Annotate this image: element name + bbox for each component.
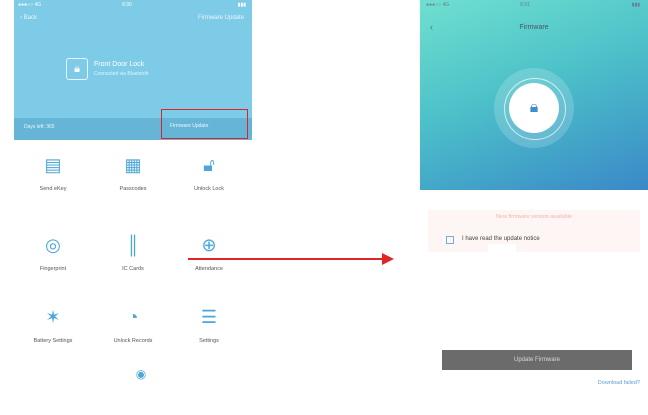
passcode-icon: ▦	[124, 155, 142, 175]
tile-label: Send eKey	[39, 186, 67, 192]
firmware-card: New firmware version available I have re…	[428, 210, 640, 252]
tile-label: Settings	[199, 338, 219, 344]
agree-checkbox[interactable]	[446, 236, 454, 244]
time-text: 9:30	[122, 2, 132, 8]
carrier-text: ●●●○○ 4G	[18, 2, 42, 8]
back-button[interactable]: ‹ Back	[20, 15, 37, 21]
left-phone-screen: ●●●○○ 4G 9:30 ▮▮▮ ‹ Back Firmware Update…	[14, 0, 252, 415]
agree-text: I have read the update notice	[462, 236, 540, 242]
tile-unlock[interactable]: 🔓︎ Unlock Lock	[174, 148, 244, 210]
tile-label: Fingerprint	[39, 266, 67, 272]
tile-unlock-records[interactable]: ◔ Unlock Records	[98, 300, 168, 362]
validity-text: Days left: 365	[24, 124, 55, 130]
lock-icon: 🔒︎	[509, 83, 559, 133]
tile-ic-cards[interactable]: ║ IC Cards	[98, 228, 168, 290]
redaction-box	[488, 244, 516, 252]
firmware-update-link[interactable]: Firmware Update	[161, 109, 248, 139]
tile-battery-settings[interactable]: ✶ Battery Settings	[18, 300, 88, 362]
status-bar: ●●●○○ 4G 9:31 ▮▮▮	[420, 0, 648, 10]
update-firmware-button[interactable]: Update Firmware	[442, 350, 632, 370]
header-right-link[interactable]: Firmware Update	[198, 15, 244, 21]
tile-passcodes[interactable]: ▦ Passcodes	[98, 148, 168, 210]
unlock-icon: 🔓︎	[203, 155, 215, 175]
settings-icon: ☰	[200, 307, 218, 327]
lock-info: 🔒︎ Front Door Lock Connected via Bluetoo…	[66, 58, 206, 84]
records-icon: ◔	[127, 307, 139, 327]
attendance-icon: ⊕	[201, 235, 217, 255]
fingerprint-icon: ◎	[45, 235, 61, 255]
tile-label: Passcodes	[119, 186, 147, 192]
lock-description: Connected via Bluetooth	[94, 71, 149, 77]
tile-send-ekey[interactable]: ▤ Send eKey	[18, 148, 88, 210]
ekey-icon: ▤	[44, 155, 62, 175]
tile-label: Unlock Records	[113, 338, 153, 344]
arrow-line	[188, 258, 383, 260]
tile-label: Unlock Lock	[194, 186, 224, 192]
location-icon[interactable]: ◉	[132, 365, 150, 383]
tile-settings[interactable]: ☰ Settings	[174, 300, 244, 362]
arrow-head-icon	[382, 253, 394, 265]
tile-fingerprint[interactable]: ◎ Fingerprint	[18, 228, 88, 290]
battery-icon: ✶	[45, 307, 61, 327]
carrier-text: ●●●○○ 4G	[426, 2, 450, 8]
right-phone-screen: ●●●○○ 4G 9:31 ▮▮▮ ‹ Firmware 🔒︎ New firm…	[420, 0, 648, 415]
battery-icon: ▮▮▮	[237, 2, 246, 8]
lock-icon: 🔒︎	[66, 58, 88, 80]
card-heading: New firmware version available	[495, 214, 573, 220]
firmware-update-label: Firmware Update	[170, 123, 209, 129]
card-icon: ║	[126, 235, 140, 255]
tile-label: Battery Settings	[33, 338, 73, 344]
status-bar: ●●●○○ 4G 9:30 ▮▮▮	[14, 0, 252, 10]
tile-label: Attendance	[195, 266, 223, 272]
download-help-link[interactable]: Download failed?	[598, 380, 640, 386]
battery-icon: ▮▮▮	[631, 2, 640, 8]
time-text: 9:31	[520, 2, 530, 8]
page-title: Firmware	[519, 24, 549, 31]
tile-label: IC Cards	[122, 266, 144, 272]
lock-name: Front Door Lock	[94, 61, 145, 68]
